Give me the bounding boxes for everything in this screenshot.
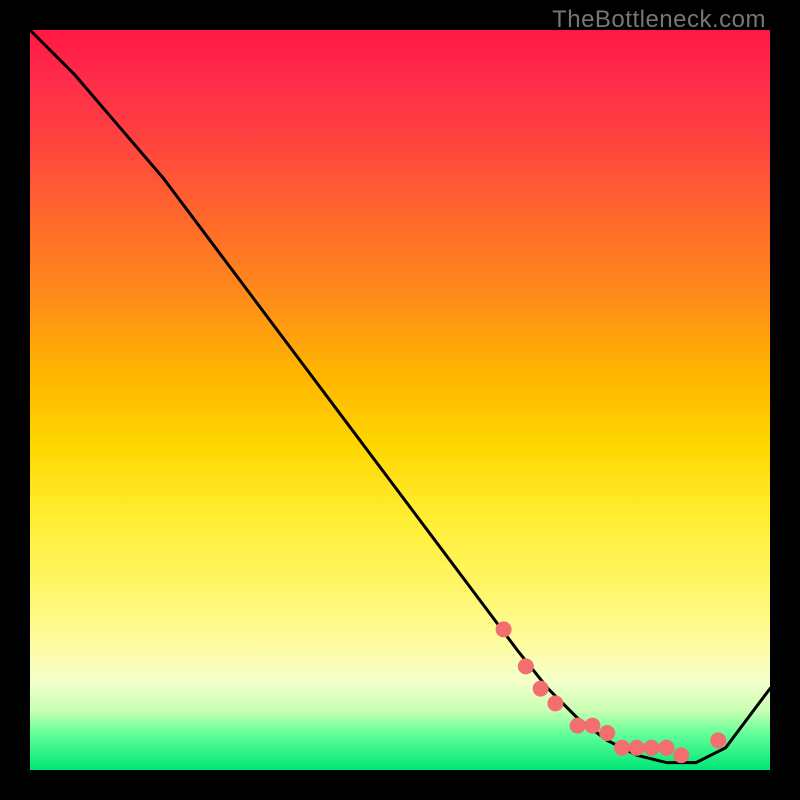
plot-overlay <box>30 30 770 770</box>
marker-dot <box>644 740 660 756</box>
marker-dot <box>629 740 645 756</box>
marker-dot <box>673 747 689 763</box>
marker-dot <box>599 725 615 741</box>
marker-dot <box>658 740 674 756</box>
plot-background <box>30 30 770 770</box>
marker-dot <box>584 718 600 734</box>
chart-frame: TheBottleneck.com <box>0 0 800 800</box>
marker-dot <box>570 718 586 734</box>
marker-dot <box>710 732 726 748</box>
marker-dot <box>533 681 549 697</box>
marker-dot <box>518 658 534 674</box>
marker-dot <box>614 740 630 756</box>
series-curve <box>30 30 770 763</box>
marker-dot <box>496 621 512 637</box>
marker-dot <box>547 695 563 711</box>
